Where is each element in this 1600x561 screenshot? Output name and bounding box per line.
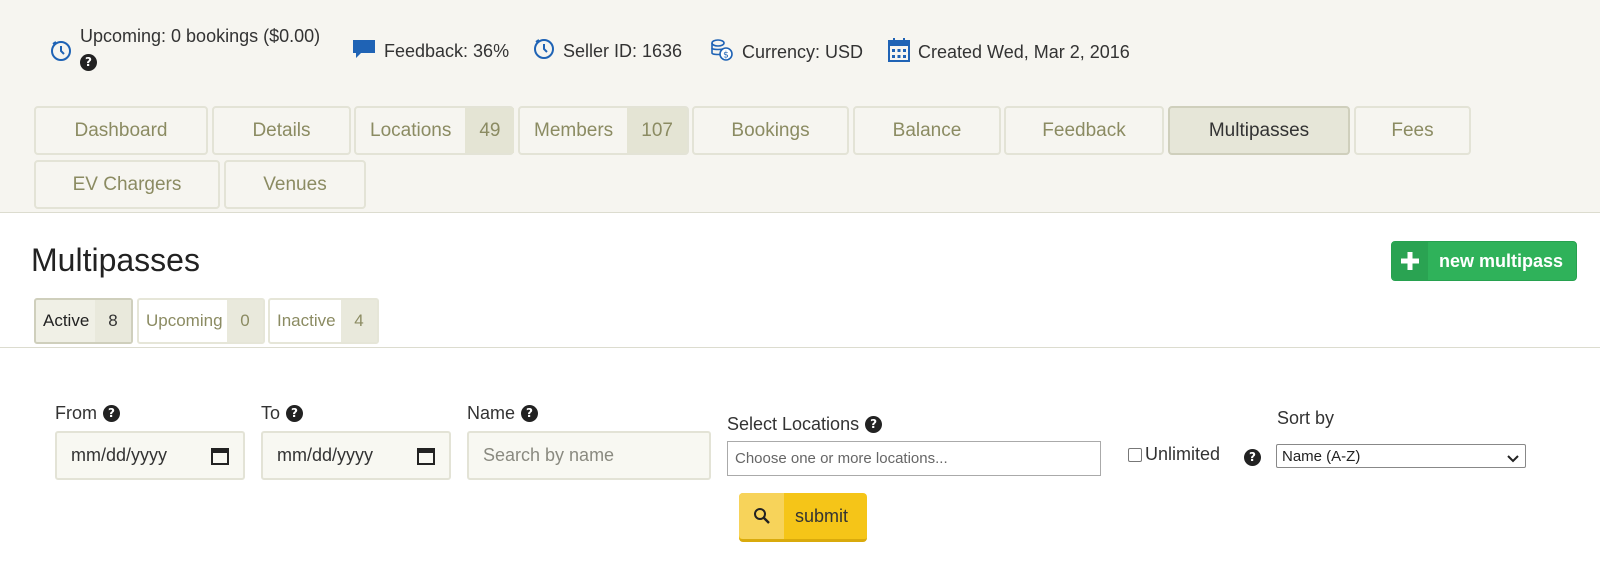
tab-dashboard[interactable]: Dashboard — [34, 106, 208, 155]
locations-label: Select Locations? — [727, 414, 883, 435]
tab-count-badge: 49 — [465, 108, 515, 153]
help-icon[interactable]: ? — [103, 405, 120, 422]
locations-select[interactable]: Choose one or more locations... — [727, 441, 1101, 476]
subtab-count-badge: 8 — [95, 300, 131, 342]
sort-select[interactable]: Name (A-Z) — [1276, 444, 1526, 468]
help-icon[interactable]: ? — [80, 54, 97, 71]
calendar-icon[interactable] — [211, 447, 229, 470]
name-label: Name? — [467, 403, 539, 424]
created-stat: Created Wed, Mar 2, 2016 — [888, 38, 1130, 67]
subtab-inactive[interactable]: Inactive 4 — [268, 298, 379, 344]
to-label: To? — [261, 403, 304, 424]
coins-icon: $ — [710, 38, 734, 67]
subtab-upcoming[interactable]: Upcoming 0 — [137, 298, 265, 344]
clock-icon — [50, 40, 72, 67]
submit-label: submit — [795, 505, 849, 526]
sort-label: Sort by — [1277, 408, 1335, 428]
tab-locations[interactable]: Locations 49 — [354, 106, 515, 155]
page-title: Multipasses — [31, 242, 200, 278]
chat-bubble-icon — [352, 38, 376, 65]
seller-id-stat: Seller ID: 1636 — [533, 38, 682, 65]
tab-fees[interactable]: Fees — [1354, 106, 1471, 155]
plus-icon — [1392, 242, 1428, 280]
to-date-input[interactable]: mm/dd/yyyy — [261, 431, 451, 480]
feedback-text: Feedback: 36% — [384, 41, 510, 61]
tab-members[interactable]: Members 107 — [518, 106, 689, 155]
unlimited-label: Unlimited — [1145, 444, 1221, 464]
upcoming-stat: Upcoming: 0 bookings ($0.00) ? — [50, 24, 320, 72]
currency-stat: $ Currency: USD — [710, 38, 863, 67]
currency-text: Currency: USD — [742, 42, 864, 62]
submit-button[interactable]: submit — [739, 493, 867, 542]
feedback-stat: Feedback: 36% — [352, 38, 509, 65]
tab-venues[interactable]: Venues — [224, 160, 366, 209]
search-icon — [739, 493, 784, 539]
new-multipass-label: new multipass — [1439, 250, 1564, 271]
svg-text:$: $ — [723, 51, 729, 61]
chevron-down-icon — [1507, 451, 1519, 468]
tab-multipasses[interactable]: Multipasses — [1168, 106, 1350, 155]
seller-id-text: Seller ID: 1636 — [563, 41, 683, 61]
tab-ev-chargers[interactable]: EV Chargers — [34, 160, 220, 209]
tab-count-badge: 107 — [627, 108, 687, 153]
created-text: Created Wed, Mar 2, 2016 — [918, 42, 1130, 62]
tab-bookings[interactable]: Bookings — [692, 106, 849, 155]
subtab-active[interactable]: Active 8 — [34, 298, 133, 344]
name-search-input[interactable]: Search by name — [467, 431, 711, 480]
subtab-count-badge: 0 — [227, 300, 263, 342]
tab-balance[interactable]: Balance — [853, 106, 1001, 155]
tab-details[interactable]: Details — [212, 106, 351, 155]
subtab-count-badge: 4 — [341, 300, 377, 342]
help-icon[interactable]: ? — [286, 405, 304, 422]
unlimited-checkbox[interactable] — [1128, 447, 1142, 462]
clock-icon — [533, 38, 555, 65]
from-date-input[interactable]: mm/dd/yyyy — [55, 431, 245, 480]
section-divider — [0, 347, 1600, 348]
calendar-icon[interactable] — [417, 447, 435, 470]
unlimited-option: Unlimited — [1128, 444, 1220, 465]
tab-feedback[interactable]: Feedback — [1004, 106, 1164, 155]
calendar-icon — [888, 38, 910, 67]
new-multipass-button[interactable]: new multipass — [1391, 241, 1577, 281]
upcoming-text: Upcoming: 0 bookings ($0.00) — [80, 26, 321, 46]
help-icon[interactable]: ? — [865, 416, 883, 433]
from-label: From? — [55, 403, 120, 424]
help-icon[interactable]: ? — [1244, 449, 1261, 466]
help-icon[interactable]: ? — [521, 405, 539, 422]
